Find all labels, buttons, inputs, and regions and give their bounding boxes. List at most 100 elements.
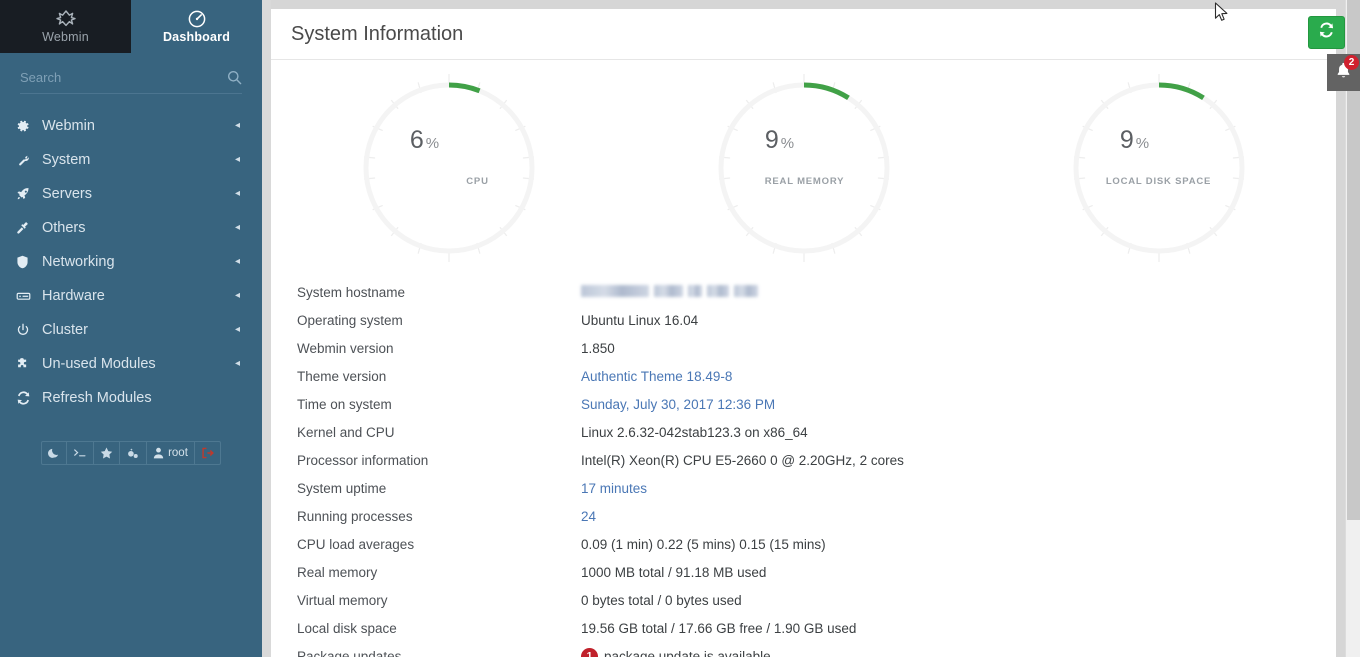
chevron-left-icon: ◂	[234, 222, 240, 233]
row-label: System hostname	[297, 284, 406, 300]
notification-count-badge: 2	[1344, 55, 1359, 70]
page-header: System Information	[271, 9, 1336, 60]
sidebar-item-networking[interactable]: Networking ◂	[0, 245, 262, 279]
row-label: Webmin version	[297, 340, 394, 356]
package-update-link[interactable]: package update is available	[604, 649, 771, 657]
night-mode-icon[interactable]	[42, 442, 68, 464]
table-row: Time on system Sunday, July 30, 2017 12:…	[271, 390, 1336, 418]
row-label: Time on system	[297, 396, 392, 412]
gauge-cpu-caption: CPU	[466, 176, 489, 187]
sidebar-nav: Webmin ◂ System ◂ Servers ◂ Others ◂ Net…	[0, 109, 262, 415]
user-name-label: root	[168, 447, 188, 459]
main-area: System Information 6 % CPU 9 % REAL MEMO…	[271, 0, 1360, 657]
chevron-left-icon: ◂	[234, 256, 240, 267]
gauge-cpu-dial	[363, 74, 534, 262]
sidebar-item-webmin[interactable]: Webmin ◂	[0, 109, 262, 143]
row-label: Theme version	[297, 368, 387, 384]
tab-webmin[interactable]: Webmin	[0, 0, 131, 53]
table-row: Local disk space 19.56 GB total / 17.66 …	[271, 614, 1336, 642]
notifications-button[interactable]: 2	[1327, 54, 1360, 91]
table-row: Operating system Ubuntu Linux 16.04	[271, 306, 1336, 334]
row-label: Kernel and CPU	[297, 424, 395, 440]
sidebar-divider	[262, 0, 271, 657]
sidebar-item-label: System	[42, 152, 91, 168]
tab-dashboard[interactable]: Dashboard	[131, 0, 262, 53]
sidebar-item-label: Networking	[42, 254, 115, 270]
chevron-left-icon: ◂	[234, 188, 240, 199]
sidebar: Webmin Dashboard Webmin	[0, 0, 262, 657]
sidebar-item-unused-modules[interactable]: Un-used Modules ◂	[0, 347, 262, 381]
sidebar-item-others[interactable]: Others ◂	[0, 211, 262, 245]
gauge-real-memory-value: 9%	[764, 126, 795, 154]
redacted-hostname	[581, 284, 758, 297]
system-information-panel: System Information 6 % CPU 9 % REAL MEMO…	[271, 9, 1336, 657]
table-row: Package updates 1 package update is avai…	[271, 642, 1336, 657]
sidebar-item-label: Others	[42, 220, 86, 236]
system-info-table: System hostname Operating system Ubuntu …	[271, 268, 1336, 657]
gauges-row: 6% CPU 9 % REAL MEMORY 9 % LOCAL DISK SP…	[271, 60, 1336, 268]
row-value: 19.56 GB total / 17.66 GB free / 1.90 GB…	[581, 620, 857, 636]
row-value: 0 bytes total / 0 bytes used	[581, 592, 742, 608]
server-icon	[16, 289, 42, 303]
sidebar-item-system[interactable]: System ◂	[0, 143, 262, 177]
favorites-star-icon[interactable]	[94, 442, 121, 464]
sidebar-tools: root	[0, 441, 262, 465]
row-value: 1.850	[581, 340, 615, 356]
table-row: Virtual memory 0 bytes total / 0 bytes u…	[271, 586, 1336, 614]
row-label: Operating system	[297, 312, 403, 328]
gauge-local-disk-space-caption: LOCAL DISK SPACE	[1105, 176, 1212, 187]
row-value-theme-version-link[interactable]: Authentic Theme 18.49-8	[581, 369, 732, 384]
row-label: Real memory	[297, 564, 378, 580]
gauge-real-memory: 9% REAL MEMORY	[704, 68, 904, 268]
row-label: Running processes	[297, 508, 413, 524]
chevron-left-icon: ◂	[234, 324, 240, 335]
search-input[interactable]	[20, 70, 227, 85]
sidebar-item-cluster[interactable]: Cluster ◂	[0, 313, 262, 347]
row-value-hostname-redacted	[581, 284, 758, 300]
terminal-icon[interactable]	[67, 442, 95, 464]
table-row: Running processes 24	[271, 502, 1336, 530]
tab-dashboard-label: Dashboard	[162, 29, 231, 44]
logout-icon[interactable]	[195, 442, 220, 464]
theme-config-gears-icon[interactable]	[120, 442, 148, 464]
row-value: 1000 MB total / 91.18 MB used	[581, 564, 767, 580]
row-value-uptime-link[interactable]: 17 minutes	[581, 481, 647, 496]
search-icon[interactable]	[227, 70, 242, 85]
table-row: Webmin version 1.850	[271, 334, 1336, 362]
row-value: 0.09 (1 min) 0.22 (5 mins) 0.15 (15 mins…	[581, 536, 826, 552]
user-account-button[interactable]: root	[147, 442, 195, 464]
gauge-local-disk-space-dial	[1073, 74, 1244, 262]
table-row: System hostname	[271, 278, 1336, 306]
tab-webmin-label: Webmin	[42, 29, 89, 44]
webmin-dashboard-window: Webmin Dashboard Webmin	[0, 0, 1360, 657]
row-label: Virtual memory	[297, 592, 388, 608]
row-value-time-on-system-link[interactable]: Sunday, July 30, 2017 12:36 PM	[581, 397, 775, 412]
row-label: Package updates	[297, 648, 402, 657]
gauge-cell-cpu: 6% CPU	[271, 68, 626, 268]
sidebar-item-servers[interactable]: Servers ◂	[0, 177, 262, 211]
row-label: CPU load averages	[297, 536, 415, 552]
refresh-button[interactable]	[1308, 16, 1345, 49]
dashboard-gauge-icon	[188, 10, 206, 28]
table-row: Real memory 1000 MB total / 91.18 MB use…	[271, 558, 1336, 586]
table-row: Processor information Intel(R) Xeon(R) C…	[271, 446, 1336, 474]
chevron-left-icon: ◂	[234, 154, 240, 165]
shield-icon	[16, 255, 42, 269]
sidebar-item-hardware[interactable]: Hardware ◂	[0, 279, 262, 313]
page-scrollbar[interactable]	[1345, 0, 1360, 657]
gauge-cpu: 6% CPU	[349, 68, 549, 268]
sidebar-item-label: Un-used Modules	[42, 356, 156, 372]
row-value-processes-link[interactable]: 24	[581, 509, 596, 524]
sidebar-item-refresh-modules[interactable]: Refresh Modules	[0, 381, 262, 415]
page-title: System Information	[291, 22, 464, 45]
row-value-package-updates: 1 package update is available	[581, 647, 771, 657]
gauge-local-disk-space: 9% LOCAL DISK SPACE	[1059, 68, 1259, 268]
hammer-icon	[16, 221, 42, 235]
sidebar-search	[0, 53, 262, 97]
table-row: Theme version Authentic Theme 18.49-8	[271, 362, 1336, 390]
sidebar-item-label: Servers	[42, 186, 92, 202]
status-badge: 1	[581, 647, 598, 657]
webmin-logo-icon	[55, 10, 76, 28]
puzzle-icon	[16, 357, 42, 371]
table-row: CPU load averages 0.09 (1 min) 0.22 (5 m…	[271, 530, 1336, 558]
